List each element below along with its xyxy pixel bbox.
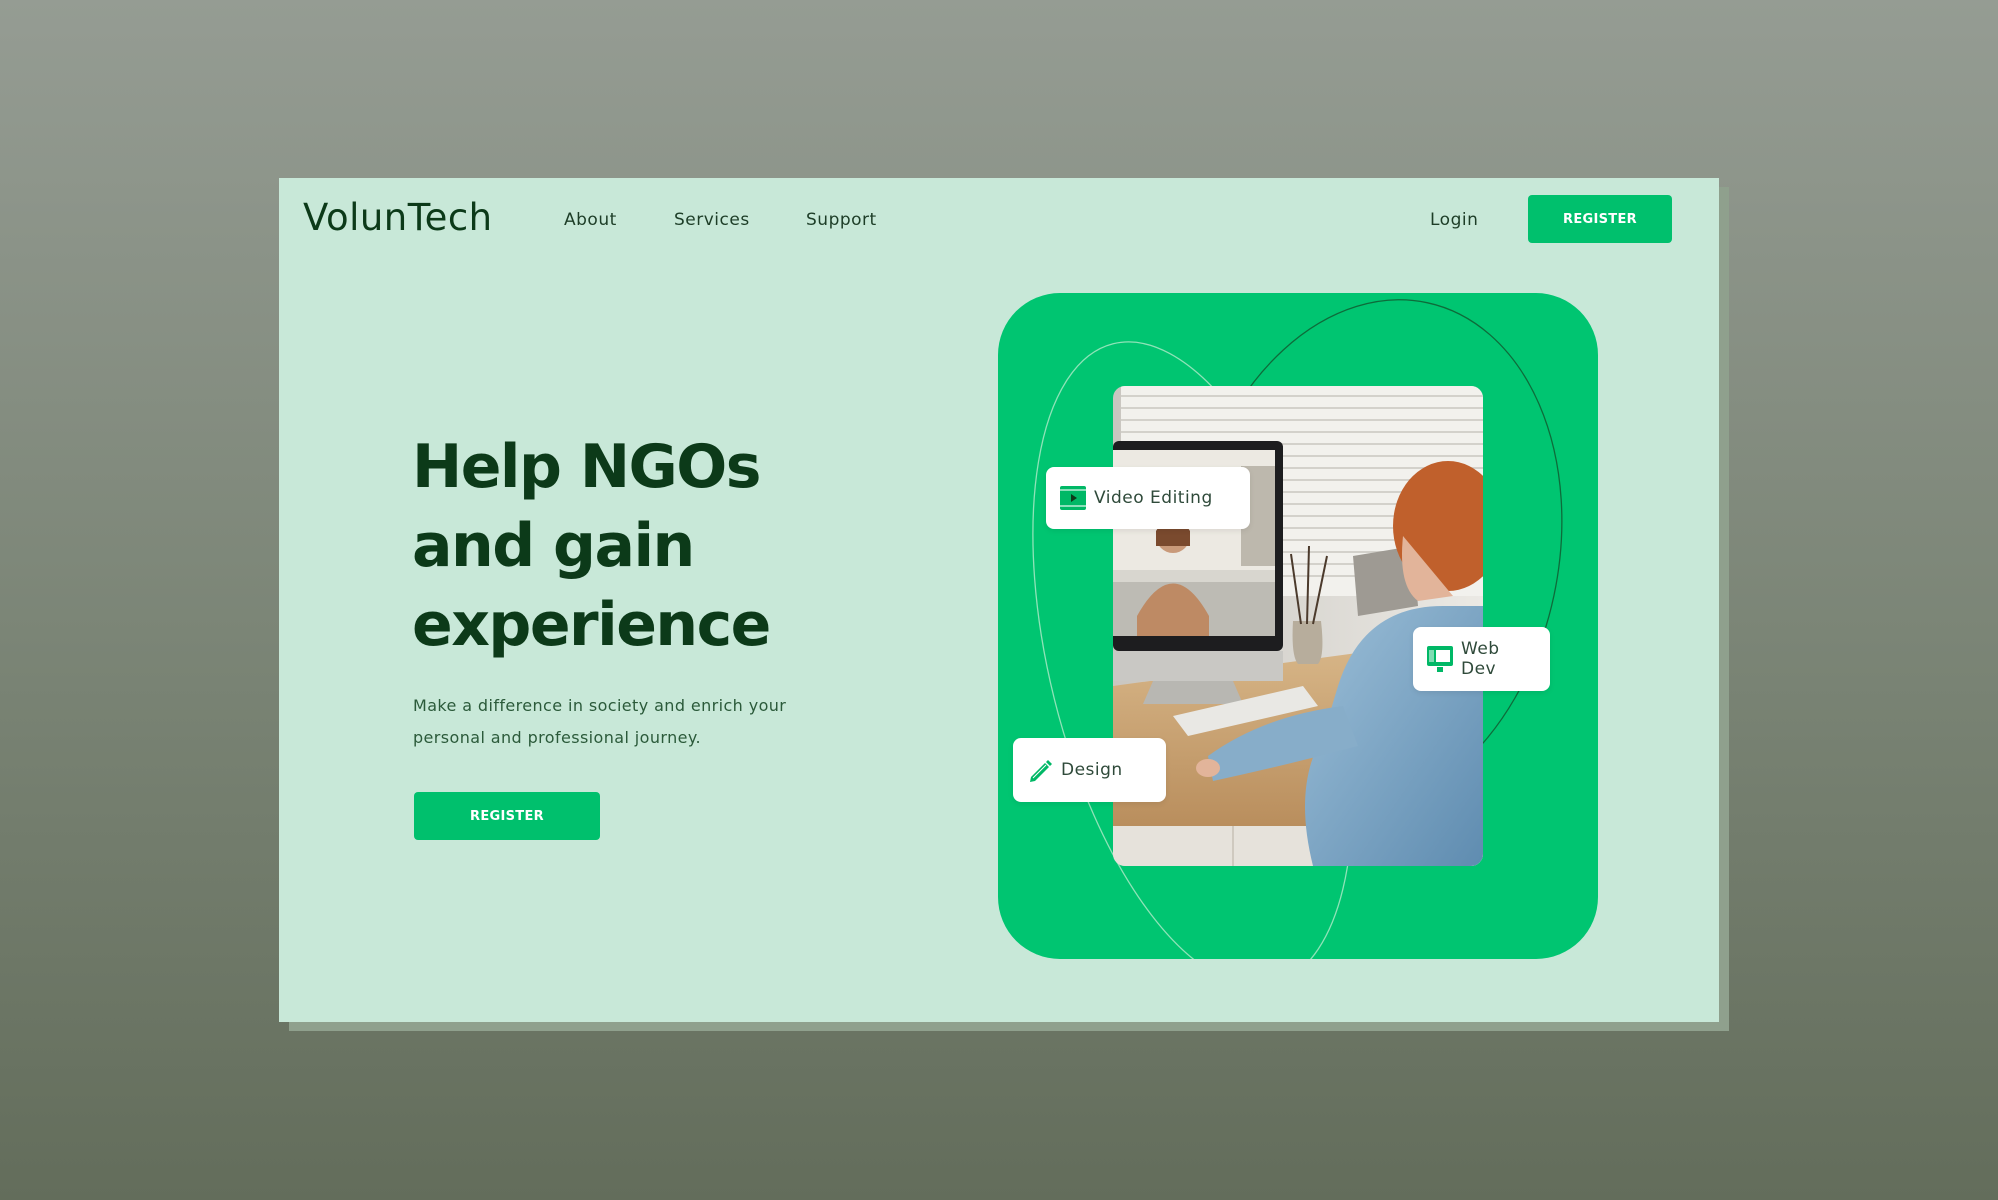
pencil-icon [1027,757,1053,783]
hero-subtext: Make a difference in society and enrich … [413,690,843,754]
volunteer-photo [1113,386,1483,866]
top-nav: About Services Support Login [279,210,1719,240]
skill-chip-label: Design [1061,760,1123,780]
skill-chip-label: Video Editing [1094,488,1213,508]
login-link[interactable]: Login [1430,210,1478,230]
nav-link-support[interactable]: Support [806,210,877,230]
headline-line-1: Help NGOs [412,432,762,502]
photo-illustration [1113,386,1483,866]
nav-link-services[interactable]: Services [674,210,750,230]
skill-chip-video-editing[interactable]: Video Editing [1046,467,1250,529]
register-button-hero[interactable]: REGISTER [414,792,600,840]
headline-line-2: and gain [412,511,695,581]
register-button-nav[interactable]: REGISTER [1528,195,1672,243]
subtext-line-1: Make a difference in society and enrich … [413,696,787,715]
skill-chip-label: Web Dev [1461,639,1500,679]
hero-illustration-panel: Video Editing Web Dev Design [998,293,1598,959]
landing-page: VolunTech About Services Support Login R… [279,178,1719,1022]
monitor-icon [1427,646,1453,672]
skill-chip-web-dev[interactable]: Web Dev [1413,627,1550,691]
film-icon [1060,486,1086,510]
skill-chip-design[interactable]: Design [1013,738,1166,802]
subtext-line-2: personal and professional journey. [413,728,701,747]
headline-line-3: experience [412,590,771,660]
hero-headline: Help NGOs and gain experience [412,428,852,665]
nav-link-about[interactable]: About [564,210,617,230]
